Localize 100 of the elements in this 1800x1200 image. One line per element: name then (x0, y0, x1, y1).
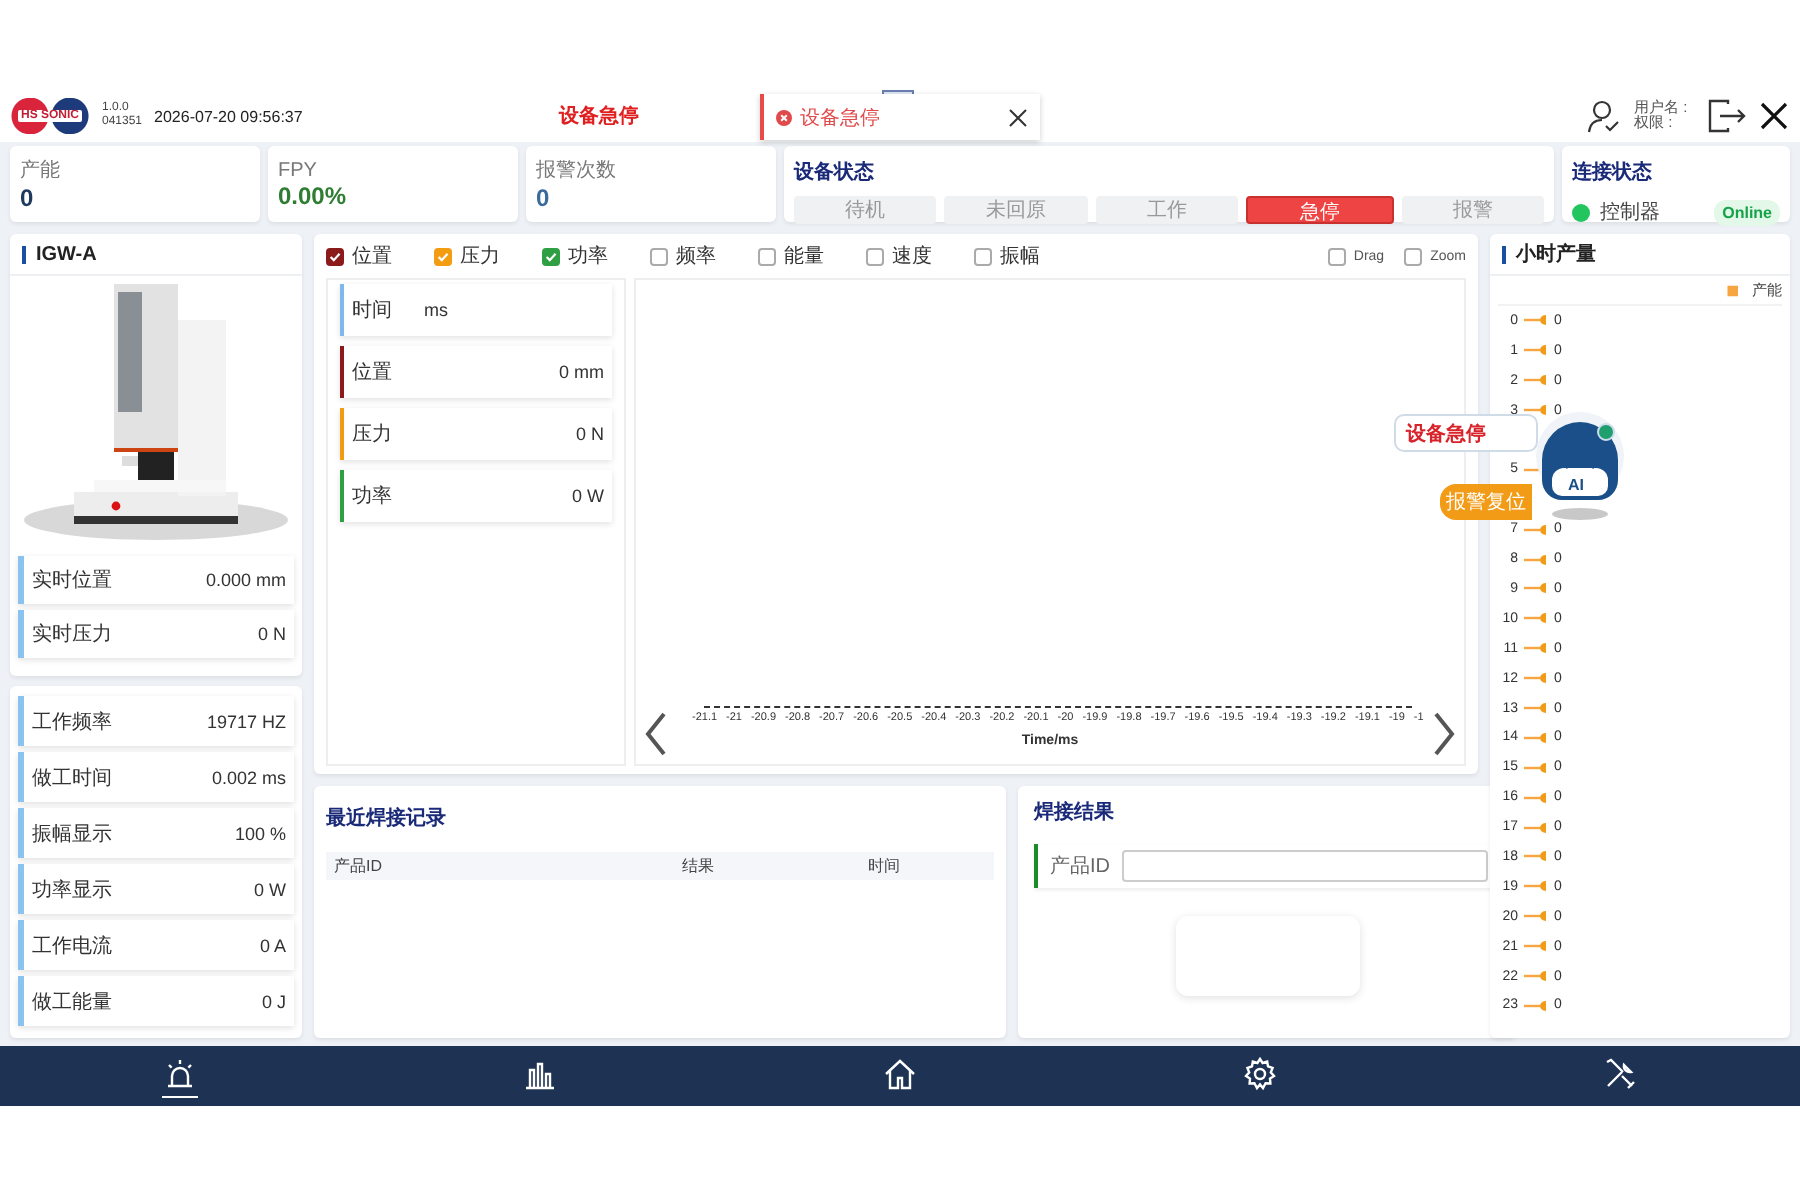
toast-message: 设备急停 (800, 105, 882, 131)
checkbox[interactable] (542, 247, 560, 265)
readout-label: 时间 (352, 297, 394, 324)
close-icon[interactable] (1758, 100, 1790, 132)
checkbox[interactable] (974, 247, 992, 265)
checkbox[interactable] (1404, 247, 1423, 265)
status-button[interactable]: 报警 (1401, 196, 1545, 224)
card-title: 小时产量 (1516, 241, 1596, 268)
readout-unit: ms (424, 300, 448, 320)
reading-label: 振幅显示 (32, 821, 112, 847)
chevron-right-icon[interactable] (1432, 712, 1456, 756)
card-title: 连接状态 (1572, 162, 1652, 184)
stat-value: 0 (20, 184, 36, 212)
reading-value: 0 A (259, 935, 286, 955)
checkbox-label: 振幅 (1000, 244, 1040, 270)
bar-marker-icon (1524, 910, 1548, 923)
bar-marker-icon (1524, 404, 1548, 417)
connection-label: 控制器 (1600, 199, 1662, 226)
bar-marker-icon (1524, 344, 1548, 357)
checkbox[interactable] (758, 247, 776, 265)
reading-label: 实时压力 (32, 621, 112, 648)
checkbox-label: 频率 (676, 243, 716, 270)
bar-marker-icon (1524, 970, 1548, 983)
error-icon (776, 109, 792, 125)
reset-alarm-button[interactable]: 报警复位 (1440, 484, 1532, 520)
logout-icon[interactable] (1706, 98, 1746, 134)
readout-label: 功率 (352, 483, 394, 510)
user-icon[interactable] (1586, 98, 1622, 134)
card-title: IGW-A (36, 243, 97, 265)
bar-marker-icon (1524, 523, 1548, 536)
reading-label: 做工时间 (32, 765, 112, 791)
reading-value: 0 W (253, 879, 286, 899)
legend-swatch (1727, 284, 1738, 296)
bar-marker-icon (1524, 672, 1548, 685)
home-icon (882, 1055, 918, 1091)
nav-button[interactable] (162, 1055, 198, 1097)
status-button[interactable]: 工作 (1095, 196, 1239, 224)
card-title: 最近焊接记录 (326, 808, 446, 830)
reading-label: 功率显示 (32, 877, 112, 903)
status-badge: Online (1714, 199, 1780, 225)
checkbox[interactable] (326, 247, 344, 265)
column-header: 时间 (867, 856, 902, 878)
bar-marker-icon (1524, 940, 1548, 953)
reading-value: 0.000 mm (205, 570, 286, 590)
settings-icon (1242, 1055, 1278, 1091)
checkbox[interactable] (650, 247, 668, 265)
column-header: 结果 (681, 856, 716, 878)
bar-marker-icon (1524, 553, 1548, 566)
field-label: 产品ID (1050, 853, 1110, 880)
readout-value: 0 N (575, 424, 604, 444)
bar-marker-icon (1524, 702, 1548, 715)
ai-label: AI (1568, 476, 1584, 494)
checkbox[interactable] (1327, 247, 1346, 265)
bar-marker-icon (1524, 374, 1548, 387)
bar-marker-icon (1524, 999, 1548, 1012)
status-button[interactable]: 待机 (794, 196, 937, 224)
stat-label: FPY (278, 159, 319, 181)
alarm-light-icon (162, 1055, 198, 1091)
bar-marker-icon (1524, 582, 1548, 595)
bar-marker-icon (1524, 642, 1548, 655)
stat-label: 产能 (20, 157, 62, 184)
datetime: 2026-07-20 09:56:37 (154, 107, 303, 125)
bar-marker-icon (1524, 821, 1548, 834)
stat-value: 0 (536, 184, 552, 212)
close-icon[interactable] (1008, 107, 1028, 127)
reading-value: 19717 HZ (206, 711, 286, 731)
checkbox-label: 位置 (352, 243, 392, 270)
bar-marker-icon (1524, 731, 1548, 744)
reading-value: 0 J (261, 991, 286, 1011)
checkbox[interactable] (434, 247, 452, 265)
reading-label: 实时位置 (32, 567, 112, 594)
chevron-left-icon[interactable] (644, 712, 668, 756)
reading-value: 0 N (257, 624, 286, 644)
checkbox-label: 速度 (892, 243, 932, 270)
bar-marker-icon (1524, 791, 1548, 804)
status-button[interactable]: 急停 (1246, 196, 1394, 224)
stat-label: 报警次数 (536, 157, 618, 184)
robot-drawing[interactable] (1534, 408, 1626, 524)
stat-value: 0.00% (278, 181, 349, 209)
readout-label: 位置 (352, 359, 394, 386)
reading-label: 工作电流 (32, 933, 112, 959)
reading-value: 0.002 ms (211, 767, 286, 787)
reading-value: 100 % (234, 823, 286, 843)
status-button[interactable]: 未回原 (944, 196, 1088, 224)
bar-marker-icon (1524, 880, 1548, 893)
checkbox-label: 功率 (568, 243, 608, 270)
readout-value: 0 W (571, 486, 604, 506)
bar-marker-icon (1524, 850, 1548, 863)
card-title: 焊接结果 (1034, 799, 1116, 826)
checkbox-label: 能量 (784, 243, 824, 270)
bar-marker-icon (1524, 761, 1548, 774)
tools-icon (1602, 1055, 1638, 1091)
reading-label: 做工能量 (32, 989, 112, 1015)
bar-marker-icon (1524, 314, 1548, 327)
readout-label: 压力 (352, 421, 394, 448)
reading-label: 工作频率 (32, 709, 112, 735)
checkbox[interactable] (866, 247, 884, 265)
speech-bubble: 设备急停 (1394, 414, 1538, 452)
alert-title: 设备急停 (558, 103, 639, 130)
input-field[interactable] (1122, 850, 1488, 882)
